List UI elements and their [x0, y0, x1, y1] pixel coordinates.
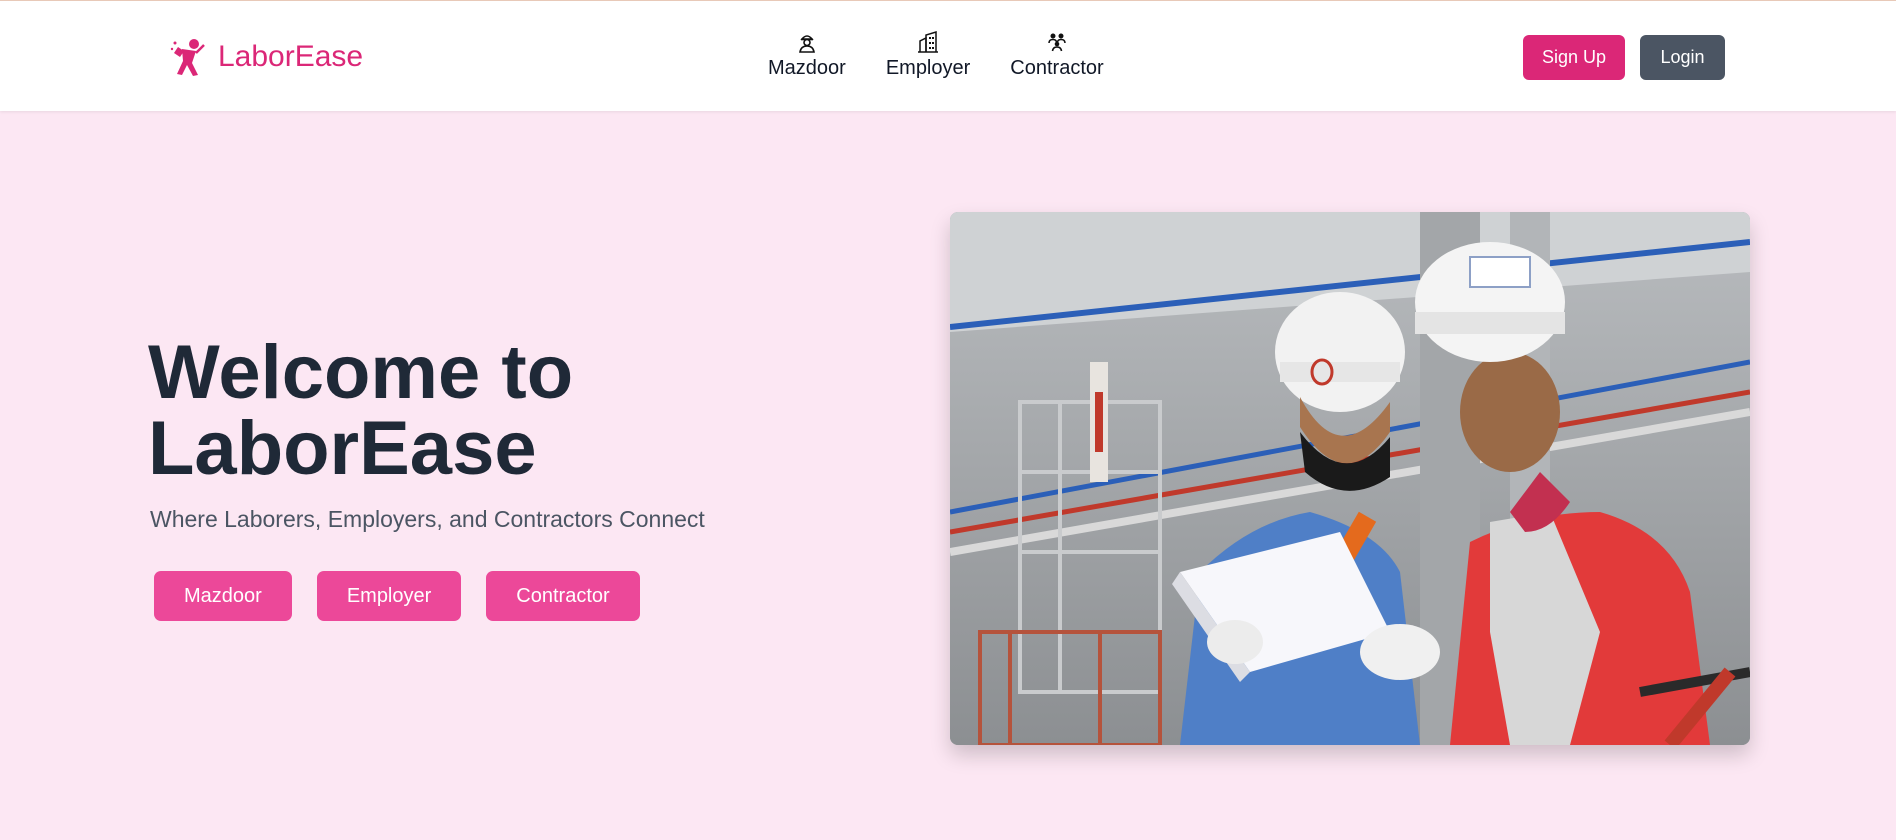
contractor-button[interactable]: Contractor — [486, 571, 640, 621]
hero-title-line2: LaborEase — [148, 406, 537, 491]
worker-icon — [170, 39, 205, 76]
nav-link-label: Employer — [885, 57, 971, 79]
signup-button[interactable]: Sign Up — [1523, 35, 1625, 80]
hero-subtitle: Where Laborers, Employers, and Contracto… — [150, 506, 705, 532]
hero-title: Welcome to LaborEase — [148, 335, 848, 487]
hero-image — [950, 212, 1750, 745]
mazdoor-button[interactable]: Mazdoor — [154, 571, 292, 621]
login-button[interactable]: Login — [1640, 35, 1725, 80]
navbar: LaborEase Mazdoor Employer Contractor Si… — [0, 0, 1896, 111]
employer-button[interactable]: Employer — [316, 571, 462, 621]
nav-link-employer[interactable]: Employer — [866, 31, 990, 80]
main-nav: Mazdoor Employer Contractor — [768, 31, 1124, 80]
brand-logo-link[interactable]: LaborEase — [170, 37, 363, 77]
laborer-icon — [798, 35, 815, 53]
nav-link-label: Contractor — [1010, 57, 1104, 79]
nav-link-contractor[interactable]: Contractor — [990, 31, 1123, 80]
nav-link-mazdoor[interactable]: Mazdoor — [768, 31, 866, 80]
group-icon — [1048, 33, 1066, 52]
hero-button-group: Mazdoor Employer Contractor — [154, 571, 640, 621]
brand-name: LaborEase — [218, 40, 364, 73]
building-icon — [918, 31, 939, 53]
construction-workers-photo — [950, 212, 1750, 745]
nav-link-label: Mazdoor — [768, 57, 846, 79]
hero-title-line1: Welcome to — [148, 330, 574, 415]
